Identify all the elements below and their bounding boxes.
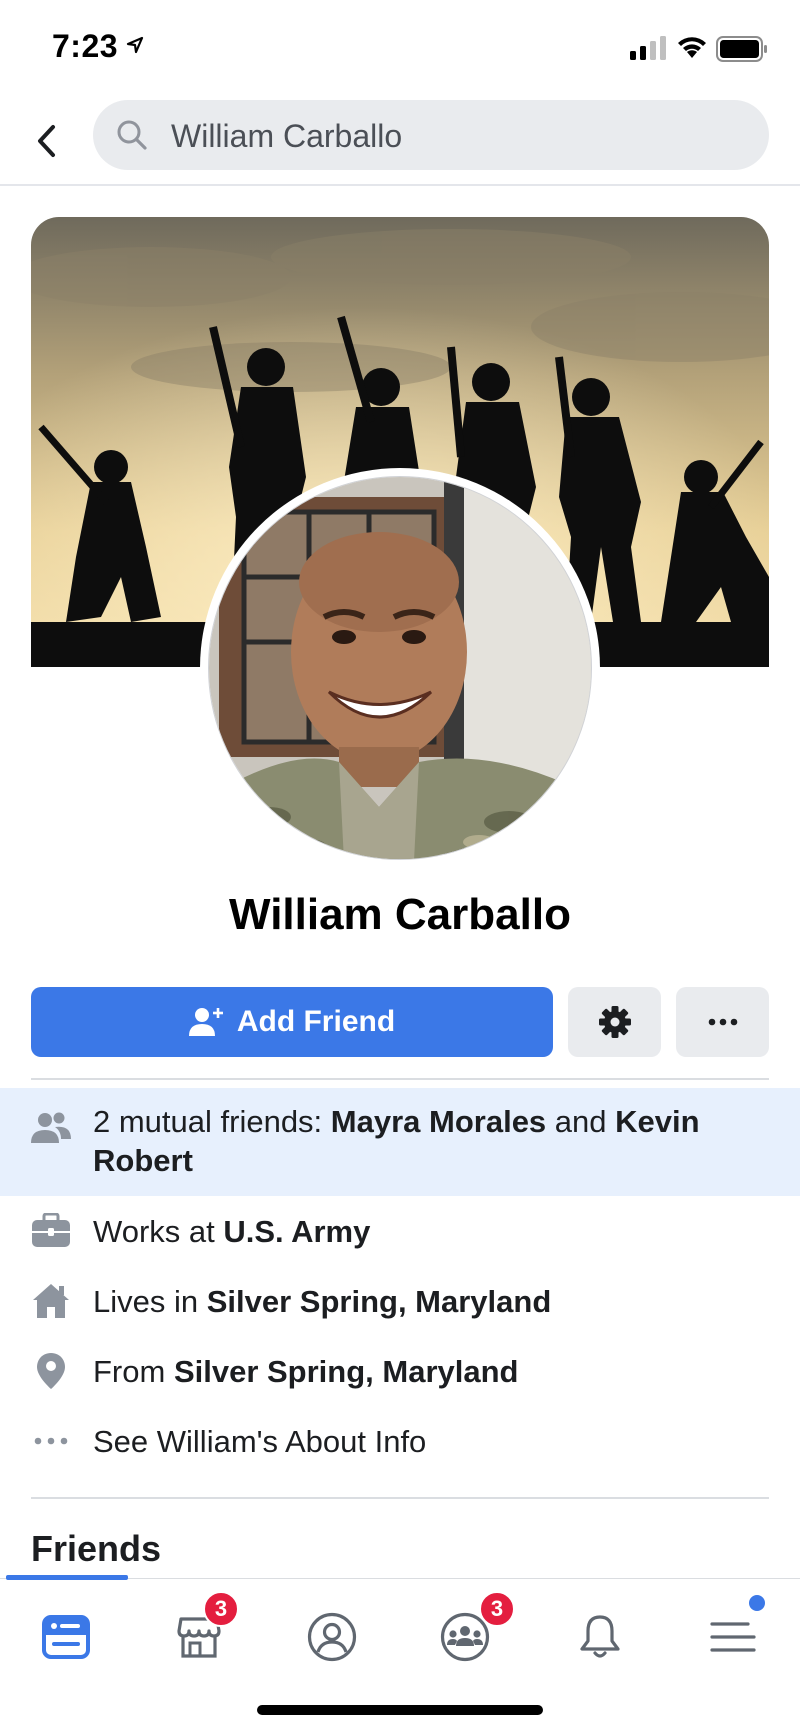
add-friend-label: Add Friend <box>236 1005 396 1038</box>
add-friend-icon <box>188 1008 223 1036</box>
chevron-left-icon <box>38 125 55 157</box>
active-tab-indicator <box>6 1575 128 1580</box>
groups-badge: 3 <box>479 1591 515 1627</box>
menu-notification-dot <box>749 1595 765 1611</box>
briefcase-icon <box>31 1211 71 1251</box>
see-about-info-link[interactable]: See William's About Info <box>93 1422 426 1461</box>
profile-avatar[interactable] <box>208 476 592 860</box>
nav-menu[interactable] <box>693 1595 773 1677</box>
search-header: William Carballo <box>0 96 800 186</box>
nav-notifications[interactable] <box>560 1597 640 1677</box>
nav-marketplace[interactable]: 3 <box>159 1591 239 1677</box>
location-arrow-icon <box>126 36 144 54</box>
bell-icon <box>580 1615 620 1658</box>
friends-icon <box>31 1108 71 1148</box>
mutual-conjunction: and <box>546 1104 616 1139</box>
status-time: 7:23 <box>52 28 119 64</box>
from-value[interactable]: Silver Spring, Maryland <box>174 1354 519 1389</box>
news-feed-icon <box>42 1615 90 1659</box>
from-text: From Silver Spring, Maryland <box>93 1352 518 1391</box>
location-pin-icon <box>31 1351 71 1391</box>
nav-groups[interactable]: 3 <box>425 1591 515 1677</box>
mutual-friends-row[interactable]: 2 mutual friends: Mayra Morales and Kevi… <box>0 1088 800 1196</box>
lives-prefix: Lives in <box>93 1284 207 1319</box>
divider <box>31 1497 769 1499</box>
home-indicator[interactable] <box>257 1705 543 1715</box>
status-bar: 7:23 <box>0 0 800 96</box>
profile-icon <box>307 1612 357 1662</box>
wifi-icon <box>678 37 706 58</box>
search-query-text: William Carballo <box>171 118 403 154</box>
from-prefix: From <box>93 1354 174 1389</box>
search-icon <box>117 120 147 150</box>
lives-text: Lives in Silver Spring, Maryland <box>93 1282 551 1321</box>
settings-button[interactable] <box>568 987 661 1057</box>
divider <box>31 1078 769 1080</box>
work-prefix: Works at <box>93 1214 224 1249</box>
mutual-friends-text: 2 mutual friends: Mayra Morales and Kevi… <box>93 1102 783 1180</box>
back-button[interactable] <box>26 116 66 166</box>
cellular-signal-icon <box>630 36 666 60</box>
marketplace-badge: 3 <box>203 1591 239 1627</box>
hamburger-menu-icon <box>710 1622 756 1652</box>
battery-icon <box>716 36 767 62</box>
more-options-button[interactable] <box>676 987 769 1057</box>
mutual-friend-1[interactable]: Mayra Morales <box>331 1104 546 1139</box>
work-value[interactable]: U.S. Army <box>223 1214 370 1249</box>
gear-icon <box>598 1006 631 1038</box>
more-dots-icon <box>708 1018 737 1026</box>
profile-name: William Carballo <box>229 890 571 939</box>
search-input[interactable]: William Carballo <box>93 100 769 170</box>
lives-value[interactable]: Silver Spring, Maryland <box>207 1284 552 1319</box>
work-text: Works at U.S. Army <box>93 1212 370 1251</box>
mutual-prefix: 2 mutual friends: <box>93 1104 331 1139</box>
home-icon <box>31 1281 71 1321</box>
more-dots-icon <box>31 1421 71 1461</box>
add-friend-button[interactable]: Add Friend <box>31 987 553 1057</box>
friends-section-title: Friends <box>31 1528 162 1569</box>
nav-profile[interactable] <box>292 1597 372 1677</box>
nav-news-feed[interactable] <box>26 1597 106 1677</box>
